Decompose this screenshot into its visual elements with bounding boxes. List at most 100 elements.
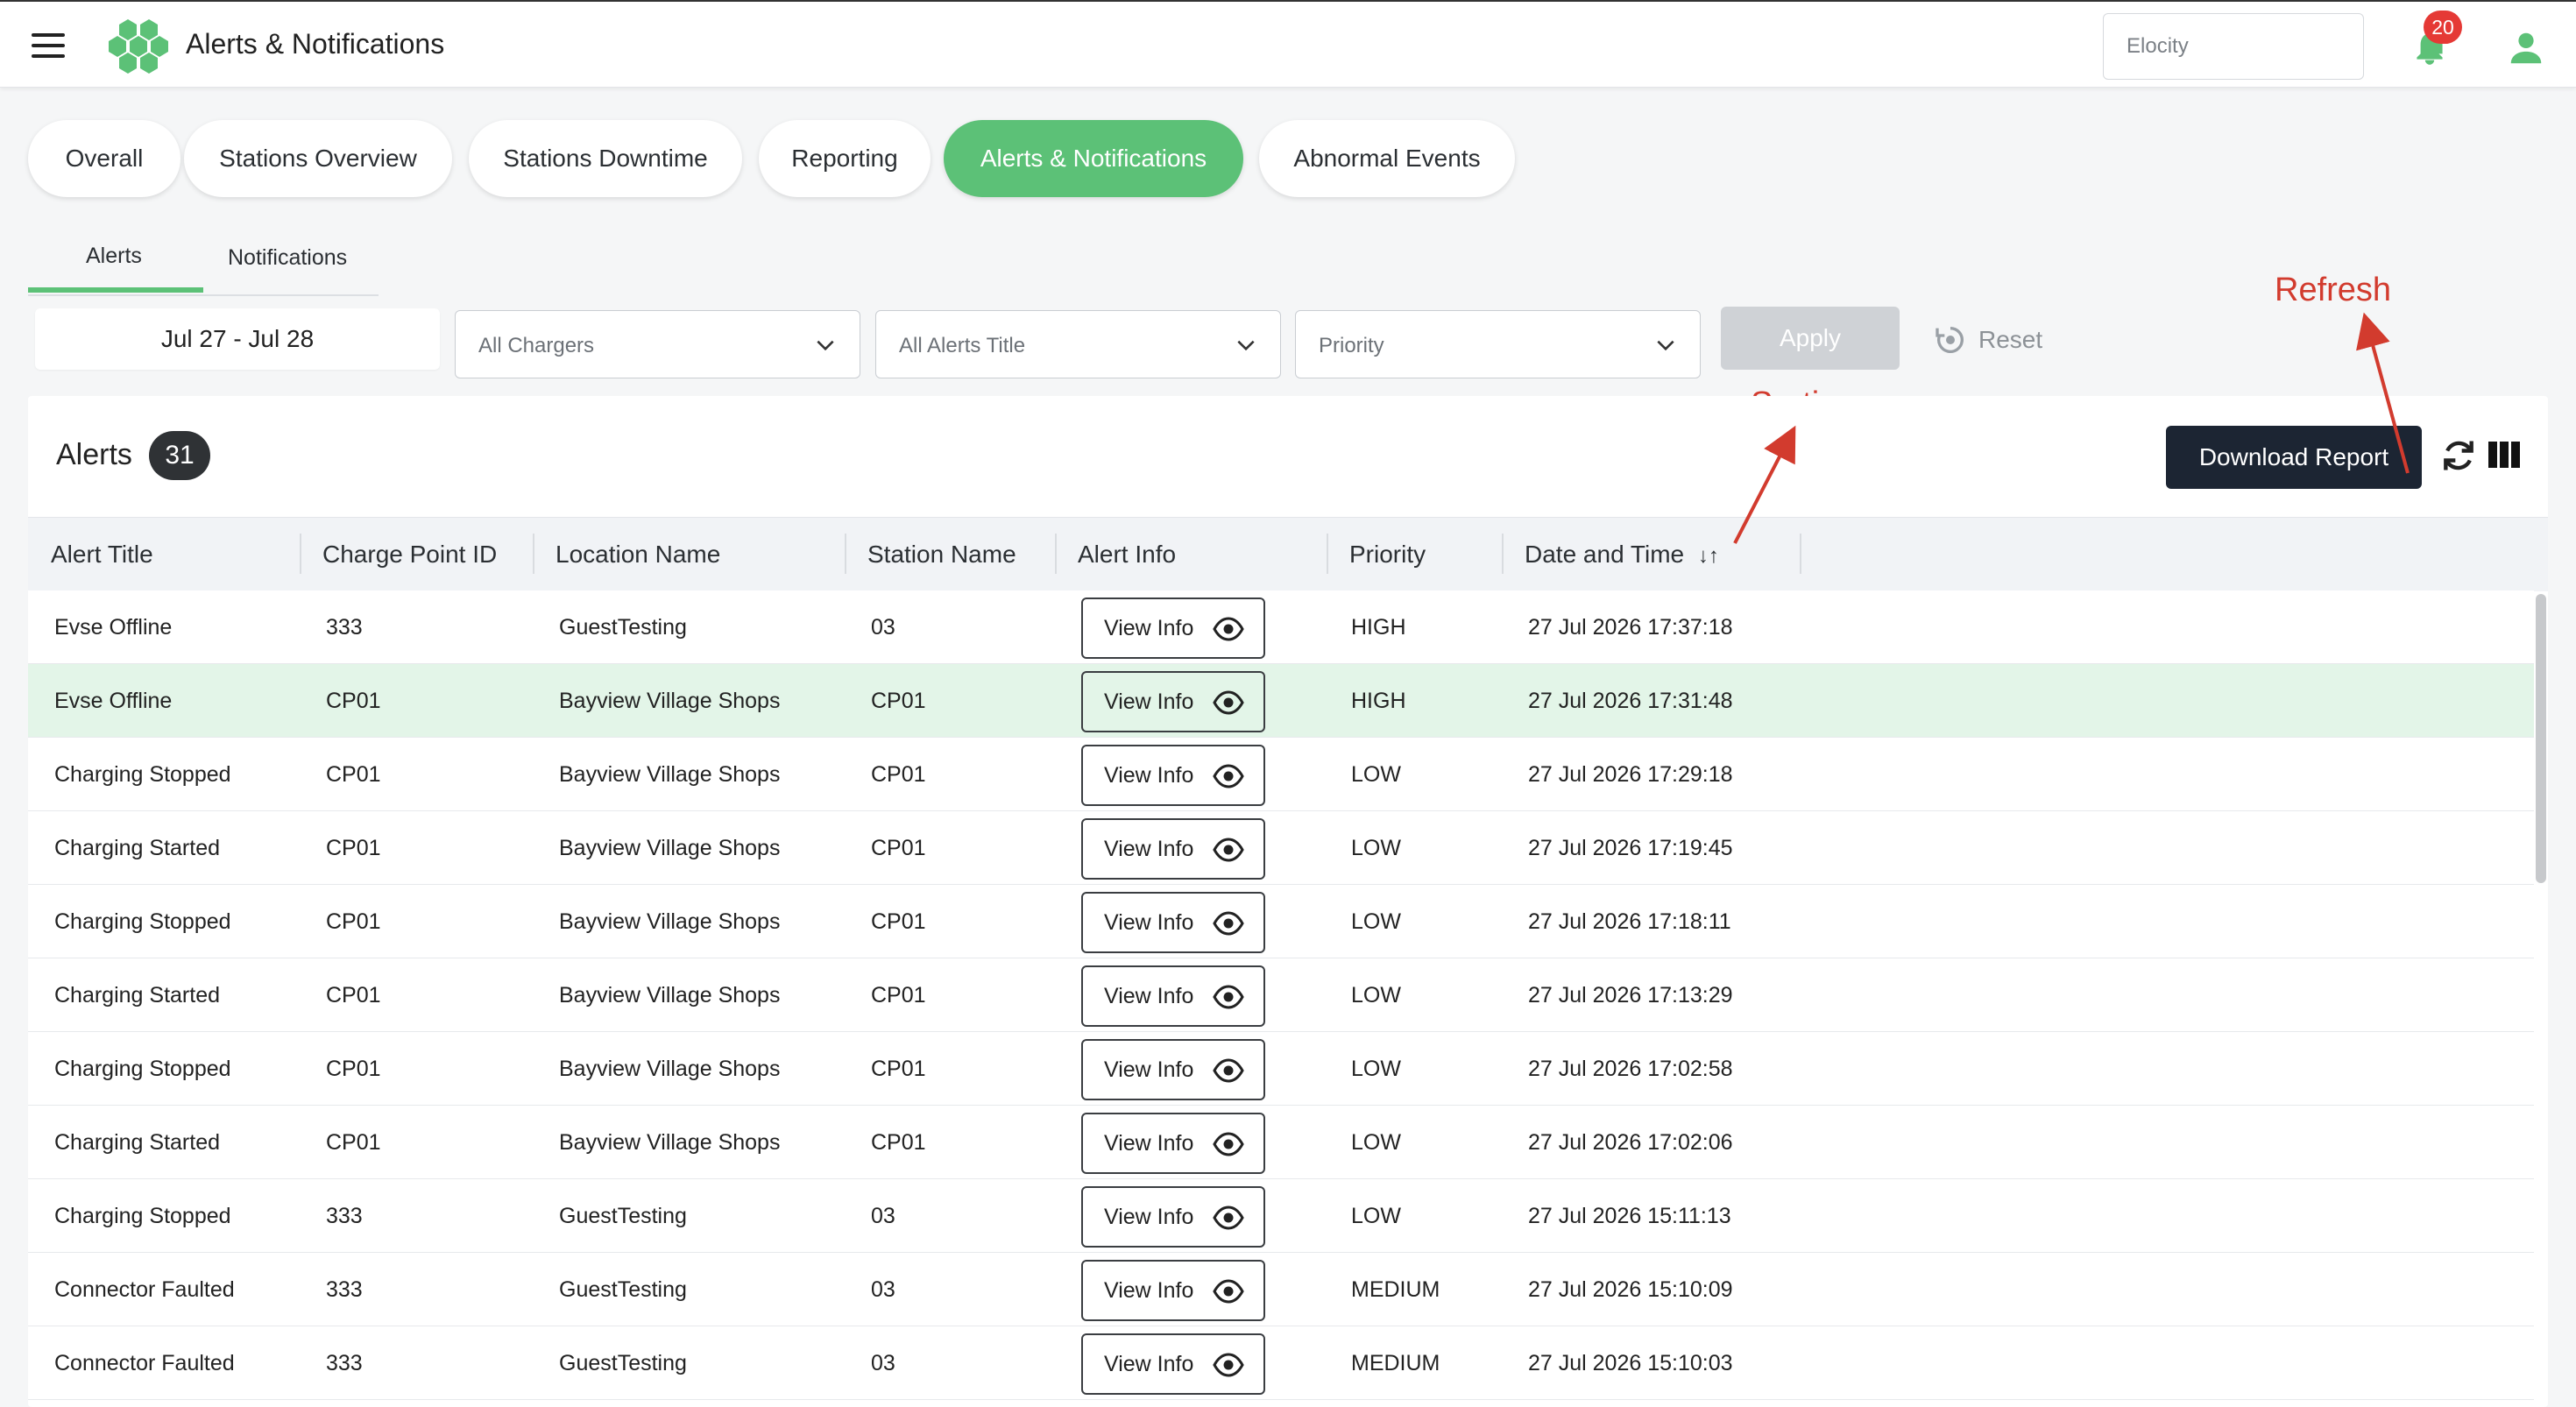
column-header-alert-info[interactable]: Alert Info (1078, 541, 1176, 569)
reset-button[interactable]: Reset (1933, 319, 2042, 361)
column-separator (533, 534, 534, 574)
cell-date-time: 27 Jul 2026 15:10:03 (1528, 1351, 1733, 1375)
column-header-priority[interactable]: Priority (1349, 541, 1426, 569)
subtab-alerts[interactable]: Alerts (86, 244, 142, 269)
view-info-label: View Info (1104, 983, 1194, 1008)
menu-icon[interactable] (32, 33, 65, 58)
user-icon[interactable] (2506, 28, 2546, 68)
view-info-label: View Info (1104, 1130, 1194, 1156)
view-info-button[interactable]: View Info (1081, 745, 1265, 806)
cell-date-time: 27 Jul 2026 17:37:18 (1528, 615, 1733, 640)
cell-charge-point-id: CP01 (326, 983, 381, 1008)
view-info-button[interactable]: View Info (1081, 1186, 1265, 1248)
tab-stations-downtime[interactable]: Stations Downtime (469, 120, 742, 197)
cell-location-name: Bayview Village Shops (559, 983, 781, 1008)
table-row[interactable]: Charging Stopped 333 GuestTesting 03 LOW 27 J… (28, 1179, 2534, 1253)
column-separator (1055, 534, 1057, 574)
tab-reporting[interactable]: Reporting (759, 120, 931, 197)
organization-select[interactable]: Elocity (2103, 13, 2364, 80)
table-row[interactable]: Charging Started CP01 Bayview Village Shop… (28, 958, 2534, 1032)
cell-location-name: GuestTesting (559, 1277, 687, 1302)
view-info-button[interactable]: View Info (1081, 597, 1265, 659)
cell-charge-point-id: CP01 (326, 1057, 381, 1081)
table-row[interactable]: Evse Offline CP01 Bayview Village Shops CP0… (28, 664, 2534, 738)
column-header-charge-point-id[interactable]: Charge Point ID (322, 541, 497, 569)
cell-location-name: GuestTesting (559, 1351, 687, 1375)
apply-button[interactable]: Apply (1721, 307, 1900, 370)
view-info-button[interactable]: View Info (1081, 818, 1265, 880)
cell-station-name: CP01 (871, 983, 926, 1008)
view-info-button[interactable]: View Info (1081, 892, 1265, 953)
refresh-icon[interactable] (2439, 436, 2478, 475)
table-scrollbar[interactable] (2536, 594, 2546, 883)
cell-alert-title: Charging Stopped (54, 762, 231, 787)
view-info-label: View Info (1104, 689, 1194, 714)
cell-charge-point-id: 333 (326, 615, 363, 640)
view-info-button[interactable]: View Info (1081, 1333, 1265, 1395)
table-row[interactable]: Charging Stopped CP01 Bayview Village Shop… (28, 738, 2534, 811)
priority-dropdown[interactable]: Priority (1295, 310, 1701, 378)
cell-charge-point-id: CP01 (326, 909, 381, 934)
alerts-title-dropdown[interactable]: All Alerts Title (875, 310, 1281, 378)
view-info-button[interactable]: View Info (1081, 1039, 1265, 1100)
view-info-label: View Info (1104, 909, 1194, 935)
column-separator (1502, 534, 1504, 574)
eye-icon (1213, 838, 1244, 862)
cell-alert-title: Charging Stopped (54, 1204, 231, 1228)
cell-charge-point-id: CP01 (326, 1130, 381, 1155)
column-separator (1327, 534, 1328, 574)
cell-location-name: GuestTesting (559, 1204, 687, 1228)
view-info-button[interactable]: View Info (1081, 965, 1265, 1027)
view-info-label: View Info (1104, 762, 1194, 788)
eye-icon (1213, 985, 1244, 1009)
cell-location-name: Bayview Village Shops (559, 836, 781, 860)
column-header-station-name[interactable]: Station Name (867, 541, 1016, 569)
table-row[interactable]: Connector Faulted 333 GuestTesting 03 MEDIUM… (28, 1253, 2534, 1326)
column-header-location-name[interactable]: Location Name (556, 541, 720, 569)
table-row[interactable]: Charging Started CP01 Bayview Village Shop… (28, 1106, 2534, 1179)
chargers-dropdown-value: All Chargers (478, 334, 595, 357)
cell-priority: LOW (1351, 836, 1401, 860)
chevron-down-icon (1237, 340, 1255, 351)
subtab-notifications[interactable]: Notifications (228, 245, 347, 271)
column-separator (1800, 534, 1801, 574)
date-range-picker[interactable]: Jul 27 - Jul 28 (35, 308, 440, 370)
cell-station-name: CP01 (871, 909, 926, 934)
cell-charge-point-id: CP01 (326, 762, 381, 787)
cell-priority: HIGH (1351, 615, 1406, 640)
column-separator (300, 534, 301, 574)
tab-abnormal-events[interactable]: Abnormal Events (1259, 120, 1515, 197)
eye-icon (1213, 617, 1244, 641)
view-info-button[interactable]: View Info (1081, 1260, 1265, 1321)
top-bar: Alerts & Notifications Elocity 20 (0, 0, 2576, 88)
cell-charge-point-id: 333 (326, 1204, 363, 1228)
download-report-button[interactable]: Download Report (2166, 426, 2422, 489)
tab-overall[interactable]: Overall (28, 120, 180, 197)
cell-charge-point-id: CP01 (326, 689, 381, 713)
columns-icon[interactable] (2488, 442, 2520, 468)
table-row[interactable]: Charging Stopped CP01 Bayview Village Shop… (28, 1032, 2534, 1106)
chargers-dropdown[interactable]: All Chargers (455, 310, 860, 378)
view-info-label: View Info (1104, 1351, 1194, 1376)
table-row[interactable]: Connector Faulted 333 GuestTesting 03 MEDIUM… (28, 1326, 2534, 1400)
column-header-date-time[interactable]: Date and Time ↓↑ (1525, 541, 1719, 569)
column-header-alert-title[interactable]: Alert Title (51, 541, 153, 569)
view-info-label: View Info (1104, 1277, 1194, 1303)
table-row[interactable]: Evse Offline 333 GuestTesting 03 HIGH 27 Jul … (28, 590, 2534, 664)
cell-station-name: CP01 (871, 1130, 926, 1155)
view-info-button[interactable]: View Info (1081, 1113, 1265, 1174)
eye-icon (1213, 911, 1244, 936)
table-row[interactable]: Charging Started CP01 Bayview Village Shop… (28, 811, 2534, 885)
notification-badge: 20 (2424, 11, 2462, 44)
reset-label: Reset (1978, 326, 2043, 353)
table-row[interactable]: Charging Stopped CP01 Bayview Village Shop… (28, 885, 2534, 958)
cell-priority: LOW (1351, 1204, 1401, 1228)
cell-date-time: 27 Jul 2026 17:18:11 (1528, 909, 1731, 934)
cell-alert-title: Charging Stopped (54, 909, 231, 934)
cell-priority: LOW (1351, 1130, 1401, 1155)
cell-priority: LOW (1351, 909, 1401, 934)
tab-stations-overview[interactable]: Stations Overview (184, 120, 452, 197)
view-info-button[interactable]: View Info (1081, 671, 1265, 732)
sort-icon[interactable]: ↓↑ (1698, 544, 1719, 568)
tab-alerts-notifications[interactable]: Alerts & Notifications (944, 120, 1243, 197)
